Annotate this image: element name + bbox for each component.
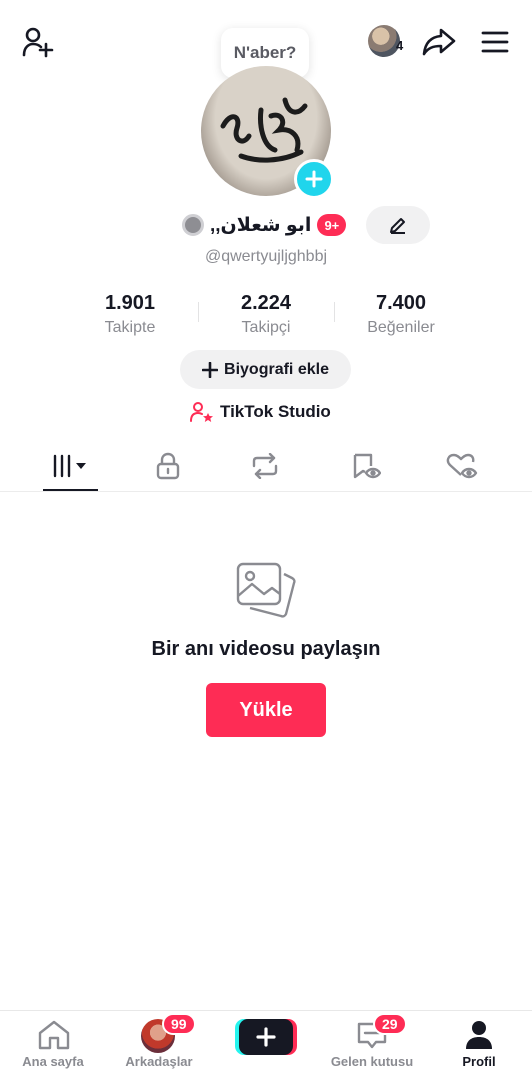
tab-reposts[interactable] <box>212 440 318 492</box>
stat-likes-value: 7.400 <box>375 292 427 314</box>
lock-icon <box>156 452 180 480</box>
add-bio-button[interactable]: Biyografi ekle <box>180 350 351 389</box>
tab-liked[interactable] <box>409 440 515 492</box>
nav-inbox[interactable]: 29 Gelen kutusu <box>319 1011 425 1080</box>
nav-profile-label: Profil <box>462 1054 496 1069</box>
nav-inbox-label: Gelen kutusu <box>330 1054 414 1069</box>
profile-tabs <box>0 440 532 492</box>
empty-state-title: Bir anı videosu paylaşın <box>151 638 381 660</box>
tab-favorites[interactable] <box>313 440 419 492</box>
friends-badge: 99 <box>162 1013 196 1035</box>
share-icon[interactable] <box>421 24 457 60</box>
plus-icon <box>202 361 219 378</box>
stat-likes[interactable]: 7.400 Beğeniler <box>326 292 476 337</box>
follower-avatar-count: 4 <box>396 38 404 53</box>
name-row: ابو شعلان,, 9+ <box>182 207 347 243</box>
add-friend-icon[interactable] <box>20 24 56 60</box>
grid-dropdown-icon <box>53 454 86 478</box>
tiktok-studio-link[interactable]: TikTok Studio <box>190 400 331 424</box>
stat-following-value: 1.901 <box>104 292 156 314</box>
stat-following-label: Takipte <box>104 319 156 336</box>
story-bubble-text: N'aber? <box>233 43 297 62</box>
pencil-icon <box>390 218 405 234</box>
status-dot-icon <box>182 214 204 236</box>
stat-likes-label: Beğeniler <box>367 319 435 336</box>
tab-private[interactable] <box>115 440 221 492</box>
nav-friends-label: Arkadaşlar <box>125 1054 193 1069</box>
home-icon <box>38 1020 70 1050</box>
nav-friends[interactable]: 99 Arkadaşlar <box>106 1011 212 1080</box>
stat-following[interactable]: 1.901 Takipte <box>55 292 205 337</box>
username: @qwertyujljghbbj <box>204 248 328 265</box>
bookmark-eye-icon <box>353 453 381 479</box>
stat-followers[interactable]: 2.224 Takipçi <box>191 292 341 337</box>
display-name: ابو شعلان,, <box>210 214 312 236</box>
tab-videos[interactable] <box>17 440 123 492</box>
stat-followers-value: 2.224 <box>240 292 292 314</box>
bottom-navigation: Ana sayfa 99 Arkadaşlar 29 Gelen kutusu … <box>0 1010 532 1080</box>
nav-home-label: Ana sayfa <box>22 1054 84 1069</box>
menu-icon[interactable] <box>477 24 513 60</box>
tiktok-studio-label: TikTok Studio <box>220 402 331 421</box>
creator-icon <box>190 402 213 422</box>
heart-eye-icon <box>446 453 478 479</box>
repost-icon <box>252 453 278 479</box>
nav-home[interactable]: Ana sayfa <box>0 1011 106 1080</box>
inbox-badge: 29 <box>373 1013 407 1035</box>
active-tab-indicator <box>43 489 98 491</box>
photos-icon <box>234 560 298 627</box>
add-story-button[interactable] <box>294 159 334 199</box>
create-button[interactable] <box>239 1019 293 1055</box>
nav-profile[interactable]: Profil <box>426 1011 532 1080</box>
plus-icon <box>256 1027 276 1047</box>
upload-button[interactable]: Yükle <box>206 683 326 737</box>
notification-badge[interactable]: 9+ <box>317 214 347 236</box>
edit-profile-button[interactable] <box>366 206 430 244</box>
profile-icon <box>466 1021 492 1049</box>
add-bio-label: Biyografi ekle <box>224 360 329 378</box>
stat-followers-label: Takipçi <box>241 319 291 336</box>
